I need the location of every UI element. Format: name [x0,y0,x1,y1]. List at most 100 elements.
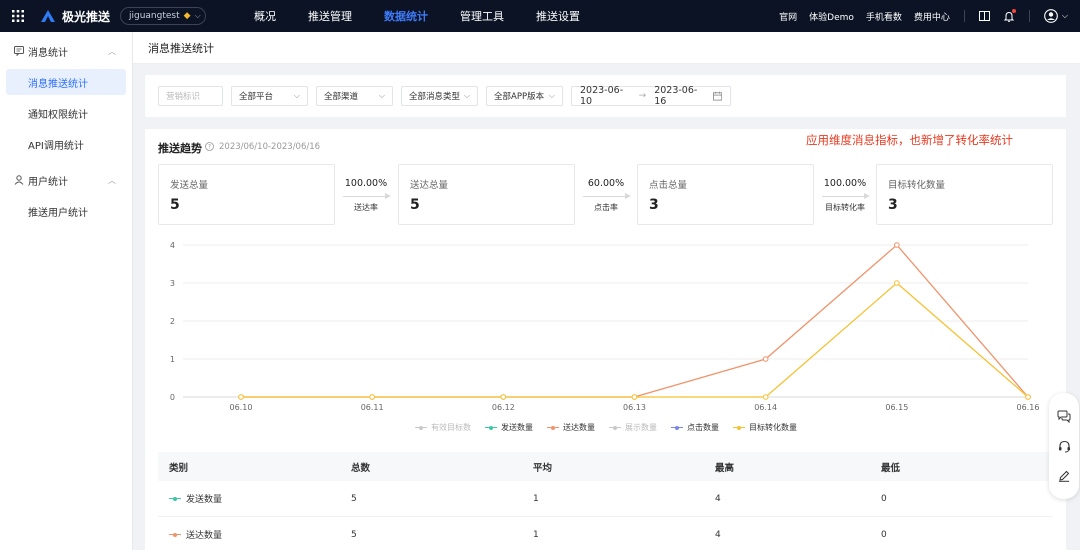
metric-label: 送达总量 [410,180,449,191]
arrow-line [822,196,868,197]
bell-icon[interactable] [997,8,1021,22]
metric-value: 3 [888,197,898,213]
user-menu[interactable]: ⌵ [1038,9,1080,23]
legend-label: 送达数量 [563,423,595,432]
column-header-total: 总数 [351,462,371,474]
column-header-min: 最低 [881,462,901,474]
channel-select[interactable]: 全部渠道 ⌵ [316,86,393,106]
sidebar-item-push-stats[interactable]: 消息推送统计 [6,69,126,95]
x-tick-label: 06.11 [361,403,384,412]
nav-push-settings[interactable]: 推送设置 [520,0,596,32]
row-total: 5 [351,493,357,504]
app-version-select[interactable]: 全部APP版本 ⌵ [486,86,563,106]
data-point [762,394,769,400]
edit-icon[interactable] [1055,467,1073,485]
y-tick-label: 3 [170,279,175,288]
legend-marker [733,425,745,431]
help-icon[interactable]: ? [205,141,214,154]
metric-label: 目标转化数量 [888,180,946,191]
brand-logo[interactable]: 极光推送 [40,8,112,25]
row-max: 4 [715,493,721,504]
marketing-tag-input[interactable]: 营销标识 [158,86,223,106]
chevron-down-icon: ⌵ [378,91,385,100]
sidebar-group-user-stats[interactable]: 用户统计 ︿ [0,162,132,198]
metric-value: 5 [410,197,420,213]
arrow-right-icon [864,193,870,199]
top-bar: 极光推送 jiguangtest ◆ ⌵ 概况 推送管理 数据统计 管理工具 推… [0,0,1080,32]
headset-icon[interactable] [1055,437,1073,455]
legend-label: 点击数量 [687,423,719,432]
filter-bar: 营销标识 全部平台 ⌵ 全部渠道 ⌵ 全部消息类型 ⌵ 全部APP版本 ⌵ 20… [145,75,1066,117]
link-demo[interactable]: 体验Demo [803,10,860,23]
chevron-down-icon: ⌵ [293,91,300,100]
legend-item[interactable]: 发送数量 [485,422,533,433]
row-min: 0 [881,529,887,540]
trend-date-range: 2023/06/10-2023/06/16 [219,142,321,152]
row-category-label: 送达数量 [186,531,223,541]
rate-click: 60.00% 点击率 [575,164,637,225]
stats-table: 类别 总数 平均 最高 最低 发送数量 5 1 4 0 送达数量 5 1 4 0 [158,452,1053,550]
link-billing[interactable]: 费用中心 [908,10,956,23]
book-icon[interactable] [973,11,997,21]
message-icon [14,46,28,56]
sidebar-group-label: 消息统计 [28,47,68,59]
nav-push-management[interactable]: 推送管理 [292,0,368,32]
link-official-site[interactable]: 官网 [773,10,803,23]
legend-item[interactable]: 目标转化数量 [733,422,797,433]
sidebar-item-notification-permission[interactable]: 通知权限统计 [6,100,126,126]
chevron-down-icon: ⌵ [194,11,201,20]
app-grid-icon[interactable] [0,0,36,32]
sidebar-group-message-stats[interactable]: 消息统计 ︿ [0,33,132,69]
date-end: 2023-06-16 [654,85,698,107]
chat-icon[interactable] [1055,407,1073,425]
app-selector[interactable]: jiguangtest ◆ ⌵ [120,7,206,25]
column-header-category: 类别 [169,462,189,474]
calendar-icon [712,91,722,101]
floating-tools [1049,393,1079,499]
row-category-label: 发送数量 [186,495,223,505]
legend-item[interactable]: 展示数量 [609,422,657,433]
chevron-down-icon: ⌵ [548,91,555,100]
metric-label: 发送总量 [170,180,209,191]
rate-conversion: 100.00% 目标转化率 [814,164,876,225]
data-point [369,394,375,400]
metric-card-delivered: 送达总量 5 [398,164,575,225]
legend-item[interactable]: 有效目标数 [415,422,471,433]
rate-value: 60.00% [587,178,625,189]
sidebar-group-label: 用户统计 [28,176,68,188]
legend-item[interactable]: 点击数量 [671,422,719,433]
nav-data-statistics[interactable]: 数据统计 [368,0,444,32]
svg-text:?: ? [208,144,211,151]
sidebar-item-api-calls[interactable]: API调用统计 [6,131,126,157]
channel-select-value: 全部渠道 [324,92,359,102]
column-header-average: 平均 [533,462,553,474]
y-tick-label: 4 [170,241,175,250]
y-tick-label: 1 [170,355,175,364]
sidebar-item-push-user-stats[interactable]: 推送用户统计 [6,198,126,224]
nav-management-tools[interactable]: 管理工具 [444,0,520,32]
app-version-select-value: 全部APP版本 [494,92,545,102]
row-total: 5 [351,529,357,540]
date-start: 2023-06-10 [580,85,624,107]
link-mobile-data[interactable]: 手机看数 [860,10,908,23]
y-tick-label: 2 [170,317,175,326]
arrow-line [583,196,629,197]
date-range-picker[interactable]: 2023-06-10 → 2023-06-16 [571,85,731,107]
chevron-up-icon: ︿ [108,46,116,56]
row-category: 送达数量 [158,528,340,541]
metric-card-clicks: 点击总量 3 [637,164,814,225]
message-type-select[interactable]: 全部消息类型 ⌵ [401,86,478,106]
arrow-right-icon [385,193,391,199]
notification-dot [1011,8,1016,13]
data-point [238,394,244,400]
logo-icon [41,10,55,22]
platform-select[interactable]: 全部平台 ⌵ [231,86,308,106]
chevron-down-icon: ⌵ [1061,11,1068,20]
arrow-right-icon: → [638,91,647,101]
x-tick-label: 06.15 [885,403,908,412]
x-tick-label: 06.14 [754,403,777,412]
nav-overview[interactable]: 概况 [238,0,292,32]
rate-label: 目标转化率 [825,203,865,212]
logo-text: 极光推送 [62,9,111,24]
legend-item[interactable]: 送达数量 [547,422,595,433]
